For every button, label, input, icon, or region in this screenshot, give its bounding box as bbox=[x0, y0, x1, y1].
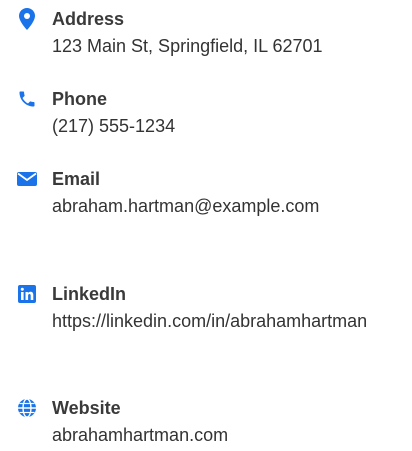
phone-icon bbox=[16, 88, 38, 110]
contact-label: Email bbox=[52, 169, 101, 189]
email-value: abraham.hartman@example.com bbox=[52, 196, 320, 216]
address-value: 123 Main St, Springfield, IL 62701 bbox=[52, 36, 323, 56]
phone-value: (217) 555-1234 bbox=[52, 116, 176, 136]
contact-label: Phone bbox=[52, 89, 108, 109]
linkedin-value[interactable]: https://linkedin.com/in/abrahamhartman bbox=[52, 308, 397, 334]
contact-label: LinkedIn bbox=[52, 284, 127, 304]
map-pin-icon bbox=[16, 8, 38, 30]
website-value[interactable]: abrahamhartman.com bbox=[52, 422, 397, 448]
contact-label: Address bbox=[52, 9, 125, 29]
globe-icon bbox=[16, 397, 38, 419]
envelope-icon bbox=[16, 168, 38, 190]
linkedin-icon bbox=[16, 283, 38, 305]
contact-info-list: Address 123 Main St, Springfield, IL 627… bbox=[0, 0, 412, 451]
contact-label: Website bbox=[52, 398, 121, 418]
